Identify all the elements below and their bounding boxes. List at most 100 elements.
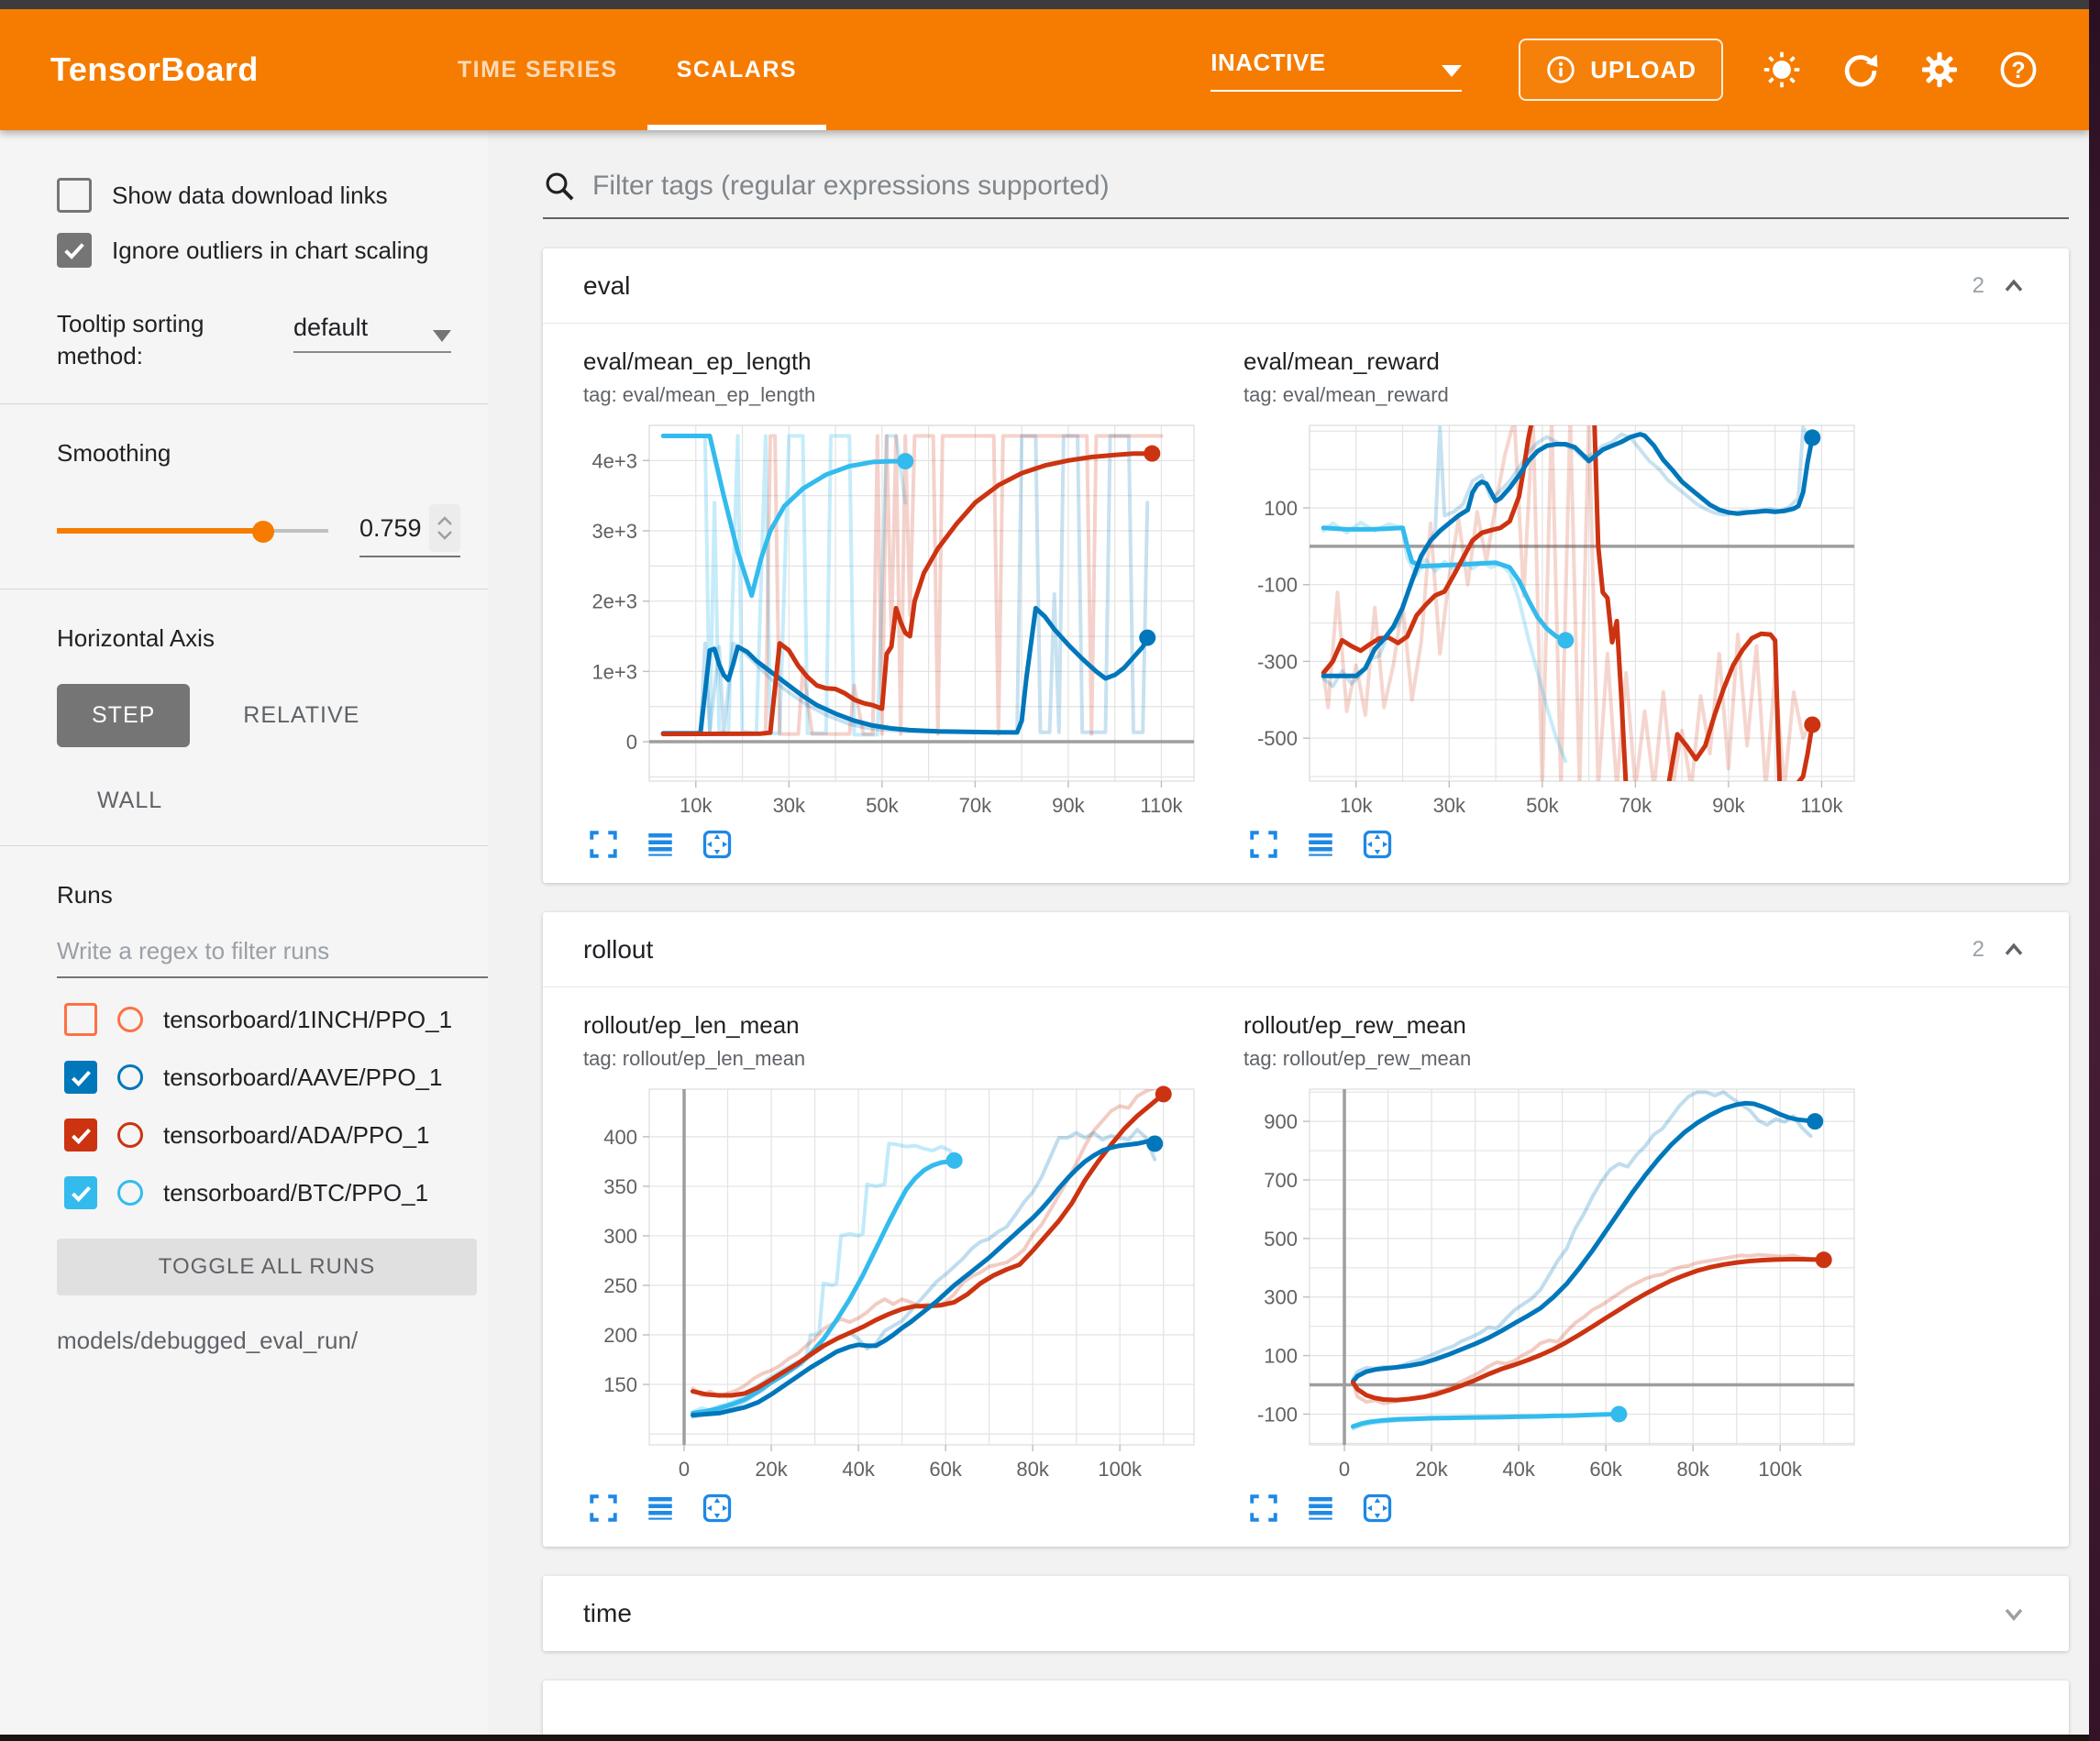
chevron-down-icon [1442,65,1462,77]
smoothing-value[interactable]: 0.759 [359,514,429,543]
axis-wall-button[interactable]: WALL [97,788,162,814]
smoothing-slider[interactable] [57,521,328,541]
series-smoothed-tensorboard/AAVE/PPO_1 [663,608,1147,733]
smoothing-stepper[interactable] [429,504,460,552]
line-chart-svg[interactable]: 020k40k60k80k100k150200250300350400 [583,1080,1207,1483]
svg-text:100: 100 [1264,1345,1298,1368]
chart-plot[interactable]: 020k40k60k80k100k150200250300350400 [583,1080,1218,1488]
svg-text:350: 350 [603,1175,637,1198]
brightness-icon[interactable] [1762,50,1802,90]
run-color-ring[interactable] [117,1122,143,1148]
svg-text:0: 0 [679,1458,690,1481]
expand-lines-icon[interactable] [644,828,677,861]
series-end-dot [1139,630,1155,646]
svg-text:80k: 80k [1016,1458,1049,1481]
pan-icon[interactable] [701,828,734,861]
check-icon [69,1181,94,1206]
axis-step-button[interactable]: STEP [57,684,190,747]
chart-plot[interactable]: 020k40k60k80k100k-100100300500700900 [1243,1080,1878,1488]
section-card-eval: eval 2 eval/mean_ep_length tag: eval/mea… [543,248,2069,883]
expand-lines-icon[interactable] [1304,828,1337,861]
svg-text:100k: 100k [1098,1458,1143,1481]
expand-lines-icon[interactable] [644,1492,677,1525]
svg-text:30k: 30k [1433,794,1466,817]
help-icon[interactable]: ? [1998,50,2039,90]
svg-text:?: ? [2011,59,2025,83]
section-header-rollout[interactable]: rollout 2 [543,912,2069,987]
run-checkbox[interactable] [64,1061,97,1094]
axis-relative-button[interactable]: RELATIVE [243,702,359,729]
header-actions: INACTIVE UPLOAD [1210,9,2039,130]
run-color-ring[interactable] [117,1180,143,1206]
run-color-ring[interactable] [117,1064,143,1090]
run-color-ring[interactable] [117,1007,143,1032]
series-end-dot [1807,1113,1823,1129]
pan-icon[interactable] [1361,828,1394,861]
chevron-up-icon[interactable] [1999,935,2028,964]
sync-status-dropdown[interactable]: INACTIVE [1210,49,1462,92]
tag-filter-input[interactable] [592,171,2069,202]
chart-tag: tag: eval/mean_reward [1243,383,1878,407]
svg-text:1e+3: 1e+3 [591,660,637,683]
run-checkbox[interactable] [64,1003,97,1036]
svg-text:10k: 10k [1340,794,1373,817]
chart-plot[interactable]: 10k30k50k70k90k110k100-100-300-500 [1243,416,1878,824]
checkbox-label: Show data download links [112,182,388,210]
chart-toolbar [587,1492,1218,1525]
svg-text:90k: 90k [1052,794,1085,817]
expand-lines-icon[interactable] [1304,1492,1337,1525]
runs-heading: Runs [57,881,488,909]
svg-text:3e+3: 3e+3 [591,520,637,543]
ignore-outliers-checkbox[interactable] [57,233,92,268]
desktop-edge-strip [2089,0,2100,1741]
chart-plot[interactable]: 10k30k50k70k90k110k01e+32e+33e+34e+3 [583,416,1218,824]
chart-tag: tag: rollout/ep_len_mean [583,1047,1218,1071]
fullscreen-icon[interactable] [1247,1492,1280,1525]
show-download-links-checkbox[interactable] [57,178,92,213]
svg-text:70k: 70k [959,794,992,817]
fullscreen-icon[interactable] [587,1492,620,1525]
check-icon [69,1123,94,1148]
fullscreen-icon[interactable] [1247,828,1280,861]
series-smoothed-tensorboard/ADA/PPO_1 [693,1094,1164,1395]
series-end-dot [1610,1405,1627,1422]
line-chart-svg[interactable]: 020k40k60k80k100k-100100300500700900 [1243,1080,1867,1483]
slider-thumb[interactable] [252,521,274,543]
chart-toolbar [1247,828,1878,861]
chevron-down-icon[interactable] [1999,1599,2028,1628]
section-header-eval[interactable]: eval 2 [543,248,2069,324]
svg-text:110k: 110k [1140,794,1183,817]
run-checkbox[interactable] [64,1176,97,1209]
runs-filter-input[interactable] [57,937,460,965]
tooltip-sorting-select[interactable]: default [293,314,451,353]
run-row: tensorboard/ADA/PPO_1 [57,1118,488,1151]
run-row: tensorboard/BTC/PPO_1 [57,1176,488,1209]
pan-icon[interactable] [1361,1492,1394,1525]
svg-text:200: 200 [603,1324,637,1347]
toggle-all-runs-button[interactable]: TOGGLE ALL RUNS [57,1239,477,1295]
section-header-time[interactable]: time [543,1576,2069,1651]
dashboard-main: eval 2 eval/mean_ep_length tag: eval/mea… [488,130,2089,1735]
series-raw-tensorboard/ADA/PPO_1 [1323,416,1812,788]
svg-text:40k: 40k [1502,1458,1535,1481]
tab-time-series[interactable]: TIME SERIES [428,9,647,130]
line-chart-svg[interactable]: 10k30k50k70k90k110k100-100-300-500 [1243,416,1867,820]
check-icon [69,1065,94,1090]
upload-button[interactable]: UPLOAD [1519,39,1723,101]
fullscreen-icon[interactable] [587,828,620,861]
settings-icon[interactable] [1919,50,1960,90]
runs-base-path: models/debugged_eval_run/ [57,1327,488,1355]
tab-scalars[interactable]: SCALARS [647,9,826,130]
pan-icon[interactable] [701,1492,734,1525]
section-card-partial [543,1680,2069,1735]
series-end-dot [1804,429,1820,446]
chevron-up-icon[interactable] [1999,271,2028,301]
series-smoothed-tensorboard/ADA/PPO_1 [1354,1260,1824,1401]
line-chart-svg[interactable]: 10k30k50k70k90k110k01e+32e+33e+34e+3 [583,416,1207,820]
svg-text:100k: 100k [1758,1458,1803,1481]
run-checkbox[interactable] [64,1118,97,1151]
smoothing-label: Smoothing [57,439,488,468]
refresh-icon[interactable] [1840,50,1881,90]
series-raw-tensorboard/ADA/PPO_1 [693,1086,1164,1396]
svg-text:2e+3: 2e+3 [591,590,637,613]
